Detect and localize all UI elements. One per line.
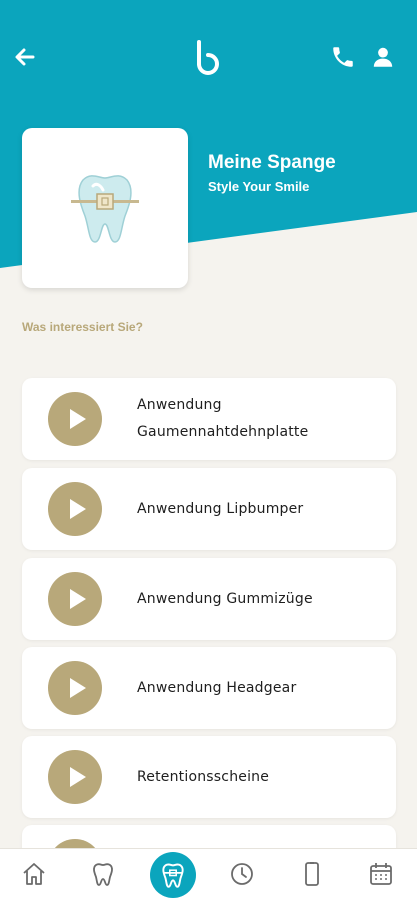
tooth-with-bracket-icon xyxy=(71,175,139,243)
tab-history[interactable] xyxy=(225,857,259,891)
tooth-icon xyxy=(93,863,113,886)
play-button[interactable] xyxy=(48,392,102,446)
section-label: Was interessiert Sie? xyxy=(22,320,143,334)
calendar-icon xyxy=(370,863,392,885)
page-subtitle: Style Your Smile xyxy=(208,179,310,194)
play-icon xyxy=(69,767,86,787)
play-icon xyxy=(69,409,86,429)
list-item-label: Anwendung Headgear xyxy=(137,679,297,696)
tab-braces[interactable] xyxy=(150,852,196,898)
list-item-label: Anwendung Gaumennahtdehnplatte xyxy=(137,397,309,440)
play-button[interactable] xyxy=(48,572,102,626)
braces-tooth-icon xyxy=(162,863,184,888)
brand-logo[interactable] xyxy=(190,38,226,78)
list-item[interactable]: Retentionsscheine xyxy=(22,736,396,818)
hero-image-card xyxy=(22,128,188,288)
list-item[interactable]: Anwendung Lipbumper xyxy=(22,468,396,550)
phone-button[interactable] xyxy=(330,44,356,70)
play-button[interactable] xyxy=(48,661,102,715)
bottom-tab-bar xyxy=(0,848,417,900)
phone-icon xyxy=(333,47,353,67)
list-item[interactable]: Anwendung Headgear xyxy=(22,647,396,729)
play-icon xyxy=(69,589,86,609)
play-icon xyxy=(69,678,86,698)
tab-calendar[interactable] xyxy=(364,857,398,891)
tab-tooth[interactable] xyxy=(86,857,120,891)
user-icon xyxy=(373,47,393,67)
tab-home[interactable] xyxy=(17,857,51,891)
play-button[interactable] xyxy=(48,750,102,804)
list-item-label: Retentionsscheine xyxy=(137,768,270,785)
clock-icon xyxy=(231,863,253,885)
arrow-left-icon xyxy=(15,48,35,66)
phone-device-icon xyxy=(305,862,319,886)
list-item-label: Anwendung Gummizüge xyxy=(137,590,313,607)
play-icon xyxy=(69,499,86,519)
page-title: Meine Spange xyxy=(208,152,336,173)
tab-device[interactable] xyxy=(295,857,329,891)
list-item[interactable]: Anwendung Gaumennahtdehnplatte xyxy=(22,378,396,460)
list-item-label: Anwendung Lipbumper xyxy=(137,500,304,517)
list-item[interactable]: Anwendung Gummizüge xyxy=(22,558,396,640)
top-bar xyxy=(0,30,417,86)
brand-logo-icon xyxy=(197,40,219,75)
back-button[interactable] xyxy=(12,44,38,70)
profile-button[interactable] xyxy=(370,44,396,70)
play-button[interactable] xyxy=(48,482,102,536)
home-icon xyxy=(23,863,45,885)
